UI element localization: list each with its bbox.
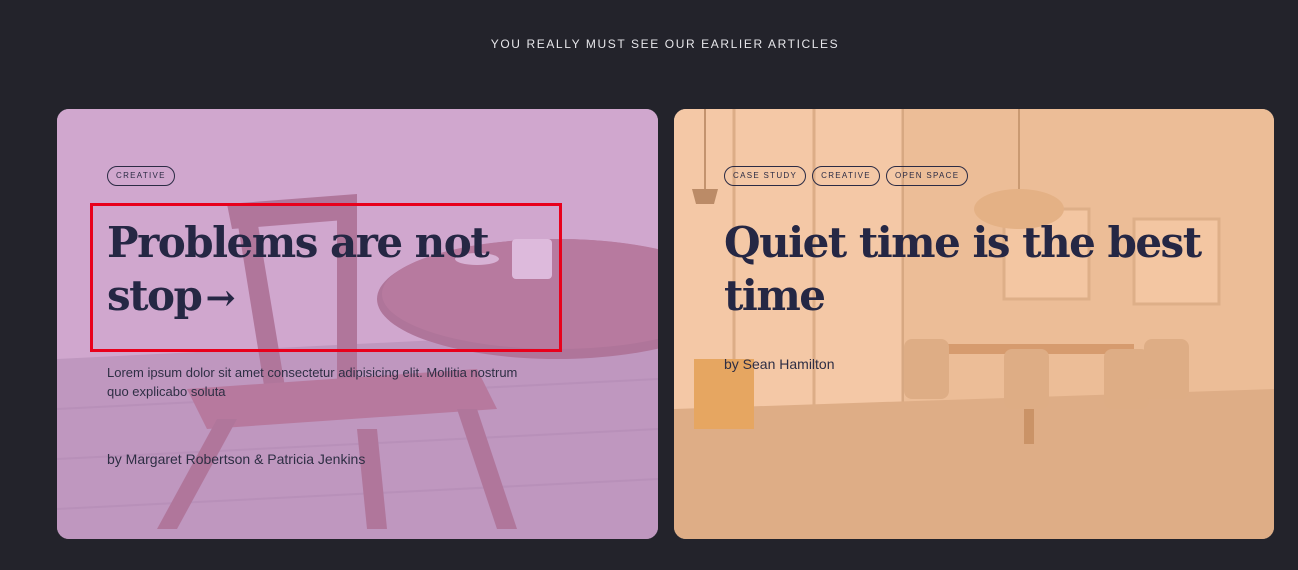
card-title-link[interactable]: Quiet time is the best time [724, 216, 1264, 322]
article-card-quiet-time[interactable]: CASE STUDY CREATIVE OPEN SPACE Quiet tim… [674, 109, 1274, 539]
card-excerpt: Lorem ipsum dolor sit amet consectetur a… [107, 365, 518, 399]
tag-open-space[interactable]: OPEN SPACE [885, 166, 969, 186]
tag-creative[interactable]: CREATIVE [107, 166, 175, 186]
card-title-link[interactable]: Problems are not stop → [107, 216, 547, 325]
tag-list: CASE STUDY CREATIVE OPEN SPACE [724, 166, 1254, 186]
section-heading: YOU REALLY MUST SEE OUR EARLIER ARTICLES [490, 37, 840, 51]
article-card-problems[interactable]: CREATIVE Problems are not stop → Lorem ip… [57, 109, 658, 539]
card-author: by Sean Hamilton [724, 356, 835, 372]
card-title-text: Problems are not stop [107, 218, 490, 320]
card-content: CASE STUDY CREATIVE OPEN SPACE Quiet tim… [724, 166, 1254, 372]
card-author: by Margaret Robertson & Patricia Jenkins [107, 451, 366, 467]
tag-list: CREATIVE [107, 166, 638, 186]
tag-case-study[interactable]: CASE STUDY [724, 166, 807, 186]
tag-creative[interactable]: CREATIVE [812, 166, 880, 186]
arrow-right-icon: → [205, 277, 235, 319]
card-content: CREATIVE Problems are not stop → Lorem ip… [107, 166, 638, 467]
